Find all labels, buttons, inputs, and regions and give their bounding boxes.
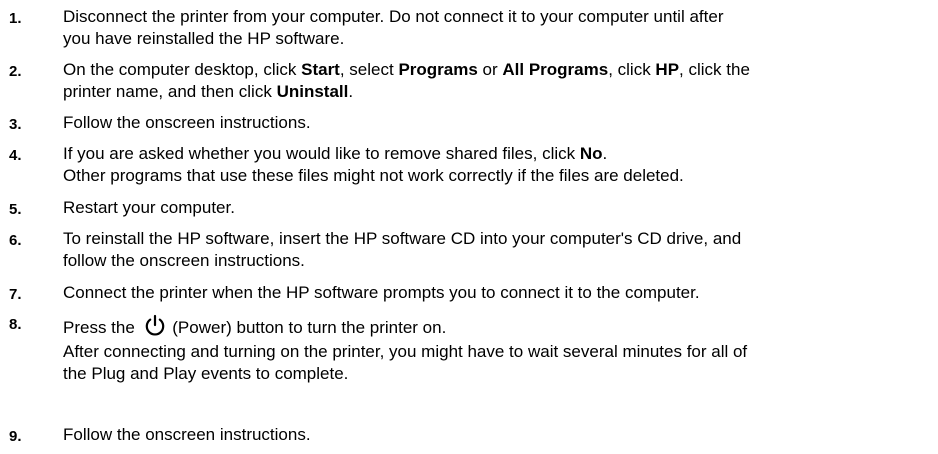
step-line: After connecting and turning on the prin… <box>63 342 748 361</box>
step-line: Other programs that use these files migh… <box>63 166 684 185</box>
step-text: Restart your computer. <box>63 197 933 219</box>
ui-term-hp: HP <box>655 60 680 79</box>
step-line: follow the onscreen instructions. <box>63 251 305 270</box>
text-span: (Power) button to turn the printer on. <box>167 318 447 337</box>
step-text: Press the (Power) button to turn the pri… <box>63 314 933 385</box>
step-text: Follow the onscreen instructions. <box>63 112 933 134</box>
ui-term-uninstall: Uninstall <box>276 82 349 101</box>
step-line: Follow the onscreen instructions. <box>63 425 311 444</box>
text-span: If you are asked whether you would like … <box>63 144 580 163</box>
text-span: , click the <box>679 60 750 79</box>
power-icon <box>143 314 167 338</box>
step-line: Disconnect the printer from your compute… <box>63 7 724 26</box>
step-line: printer name, and then click Uninstall. <box>63 81 933 103</box>
ui-term-no: No <box>579 144 603 163</box>
step-text: If you are asked whether you would like … <box>63 143 933 187</box>
step-number: 8. <box>9 316 22 333</box>
ui-term-programs: Programs <box>398 60 478 79</box>
step-number: 6. <box>9 232 22 249</box>
step-number: 3. <box>9 116 22 133</box>
ui-term-start: Start <box>301 60 340 79</box>
step-number: 4. <box>9 147 22 164</box>
step-text: Connect the printer when the HP software… <box>63 282 933 304</box>
text-span: Press the <box>63 318 140 337</box>
step-line: Follow the onscreen instructions. <box>63 113 311 132</box>
step-line: On the computer desktop, click Start, se… <box>63 59 933 81</box>
step-line: If you are asked whether you would like … <box>63 143 933 165</box>
step-text: Follow the onscreen instructions. <box>63 424 933 446</box>
text-span: , click <box>608 60 656 79</box>
step-line: the Plug and Play events to complete. <box>63 364 349 383</box>
step-number: 1. <box>9 10 22 27</box>
step-line: Press the (Power) button to turn the pri… <box>63 314 933 341</box>
step-number: 9. <box>9 428 22 445</box>
step-line: Restart your computer. <box>63 198 235 217</box>
text-span: , select <box>339 60 399 79</box>
step-number: 7. <box>9 286 22 303</box>
step-text: On the computer desktop, click Start, se… <box>63 59 933 103</box>
step-text: Disconnect the printer from your compute… <box>63 6 933 50</box>
ui-term-all-programs: All Programs <box>502 60 609 79</box>
text-span: . <box>348 82 354 101</box>
step-number: 2. <box>9 63 22 80</box>
step-line: you have reinstalled the HP software. <box>63 29 345 48</box>
text-span: printer name, and then click <box>63 82 277 101</box>
text-span: . <box>602 144 608 163</box>
step-text: To reinstall the HP software, insert the… <box>63 228 933 272</box>
step-number: 5. <box>9 201 22 218</box>
text-span: On the computer desktop, click <box>63 60 302 79</box>
text-span: or <box>477 60 503 79</box>
step-line: To reinstall the HP software, insert the… <box>63 229 742 248</box>
step-line: Connect the printer when the HP software… <box>63 283 700 302</box>
